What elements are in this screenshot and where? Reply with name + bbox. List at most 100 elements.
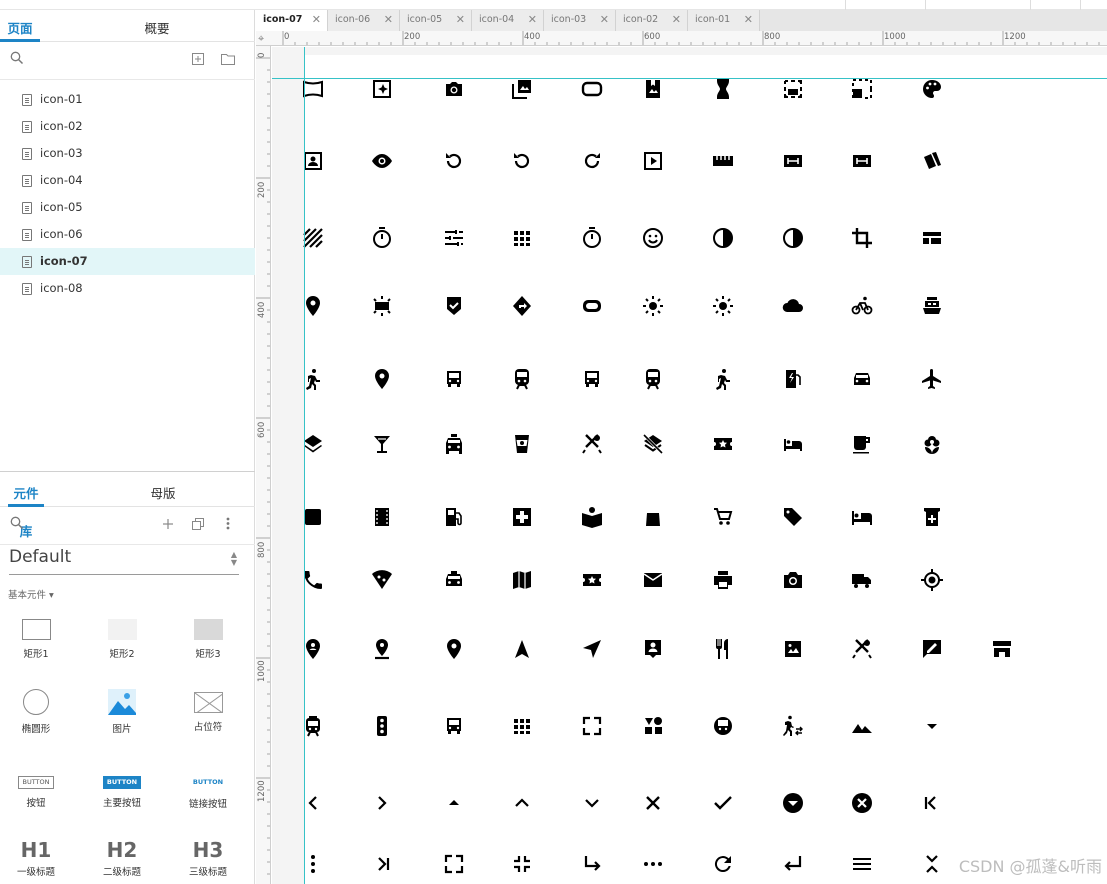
- rotate-right-icon[interactable]: [577, 146, 607, 176]
- close-icon[interactable]: ✕: [312, 10, 321, 30]
- add-location-icon[interactable]: [298, 291, 328, 321]
- expand-less-icon[interactable]: [507, 788, 537, 818]
- directions-transit-icon[interactable]: [439, 711, 469, 741]
- arrow-drop-down-circle-icon[interactable]: [778, 788, 808, 818]
- grocery-cart-icon[interactable]: [708, 502, 738, 532]
- doc-tab[interactable]: icon-06 ✕: [328, 10, 400, 31]
- design-canvas[interactable]: CSDN @孤蓬&听雨: [272, 47, 1107, 884]
- tune-icon[interactable]: [439, 223, 469, 253]
- crop-icon[interactable]: [847, 223, 877, 253]
- library-copy-icon[interactable]: [192, 518, 205, 534]
- doc-tab[interactable]: icon-01 ✕: [688, 10, 760, 31]
- tab-outline[interactable]: 概要: [137, 10, 177, 42]
- switch-camera-icon[interactable]: [778, 146, 808, 176]
- person-pin-icon[interactable]: [638, 634, 668, 664]
- close-icon[interactable]: [638, 788, 668, 818]
- person-pin-circle-icon[interactable]: [298, 634, 328, 664]
- train-icon[interactable]: [638, 364, 668, 394]
- texture-icon[interactable]: [298, 223, 328, 253]
- close-icon[interactable]: ✕: [456, 10, 465, 30]
- guide-line-vertical[interactable]: [304, 47, 305, 884]
- widget-placeholder[interactable]: 占位符: [173, 692, 243, 733]
- tab-library[interactable]: 元件库: [8, 475, 44, 539]
- timer-off-icon[interactable]: [577, 223, 607, 253]
- view-comfy-icon[interactable]: [507, 223, 537, 253]
- refresh-icon[interactable]: [708, 849, 738, 879]
- arrow-drop-up-icon[interactable]: [439, 788, 469, 818]
- ticket-icon[interactable]: [577, 565, 607, 595]
- near-me-icon[interactable]: [577, 634, 607, 664]
- gas-station-icon[interactable]: [439, 502, 469, 532]
- add-page-icon[interactable]: [192, 53, 204, 69]
- subdirectory-arrow-left-icon[interactable]: [778, 849, 808, 879]
- doc-tab[interactable]: icon-03 ✕: [544, 10, 616, 31]
- taxi-icon[interactable]: [439, 429, 469, 459]
- subdirectory-arrow-right-icon[interactable]: [577, 849, 607, 879]
- subway-icon[interactable]: [577, 364, 607, 394]
- shipping-icon[interactable]: [847, 565, 877, 595]
- edit-location-icon[interactable]: [367, 364, 397, 394]
- close-icon[interactable]: ✕: [672, 10, 681, 30]
- straighten-icon[interactable]: [708, 146, 738, 176]
- style-icon[interactable]: [917, 146, 947, 176]
- pizza-icon[interactable]: [367, 565, 397, 595]
- tag-faces-icon[interactable]: [638, 223, 668, 253]
- crosshair-icon[interactable]: ⌖: [258, 32, 264, 45]
- traffic-icon[interactable]: [367, 711, 397, 741]
- timer-icon[interactable]: [367, 223, 397, 253]
- hospital-icon[interactable]: [507, 502, 537, 532]
- doc-tab[interactable]: icon-07 ✕: [256, 10, 328, 31]
- wb-sunny-icon[interactable]: [708, 291, 738, 321]
- airplane-icon[interactable]: [917, 364, 947, 394]
- bike-icon[interactable]: [847, 291, 877, 321]
- fullscreen-exit-icon[interactable]: [507, 849, 537, 879]
- bus-icon[interactable]: [439, 364, 469, 394]
- laundry-icon[interactable]: [298, 502, 328, 532]
- category-icon[interactable]: [638, 711, 668, 741]
- landscape-icon[interactable]: [847, 711, 877, 741]
- beenhere-icon[interactable]: [439, 291, 469, 321]
- cloud-icon[interactable]: [778, 291, 808, 321]
- expand-more-icon[interactable]: [577, 788, 607, 818]
- add-folder-icon[interactable]: [221, 53, 235, 69]
- page-item[interactable]: icon-01: [0, 86, 255, 113]
- widget-heading-2[interactable]: H2 二级标题: [87, 838, 157, 878]
- close-icon[interactable]: ✕: [528, 10, 537, 30]
- my-location-icon[interactable]: [917, 565, 947, 595]
- drink-icon[interactable]: [507, 429, 537, 459]
- wb-iridescent-icon[interactable]: [367, 291, 397, 321]
- library-icon[interactable]: [577, 502, 607, 532]
- terrain-icon[interactable]: [778, 634, 808, 664]
- rotate-left-icon[interactable]: [507, 146, 537, 176]
- cab-icon[interactable]: [439, 565, 469, 595]
- dining-icon[interactable]: [577, 429, 607, 459]
- transfer-icon[interactable]: [778, 711, 808, 741]
- widget-rectangle-3[interactable]: 矩形3: [173, 619, 243, 660]
- camera-alt-icon[interactable]: [778, 565, 808, 595]
- offer-icon[interactable]: [778, 502, 808, 532]
- boat-icon[interactable]: [917, 291, 947, 321]
- search-icon[interactable]: [10, 516, 24, 534]
- doc-tab[interactable]: icon-04 ✕: [472, 10, 544, 31]
- printshop-icon[interactable]: [708, 565, 738, 595]
- tab-pages[interactable]: 页面: [0, 10, 40, 42]
- restaurant-icon[interactable]: [708, 634, 738, 664]
- close-icon[interactable]: ✕: [600, 10, 609, 30]
- directions-icon[interactable]: [507, 291, 537, 321]
- crop-16-9-icon[interactable]: [577, 291, 607, 321]
- store-icon[interactable]: [987, 634, 1017, 664]
- portrait-icon[interactable]: [298, 146, 328, 176]
- zoom-out-map-icon[interactable]: [577, 711, 607, 741]
- navigation-icon[interactable]: [507, 634, 537, 664]
- widget-image[interactable]: 图片: [87, 689, 157, 735]
- hotel-bed-icon[interactable]: [847, 502, 877, 532]
- doc-tab[interactable]: icon-05 ✕: [400, 10, 472, 31]
- map-icon[interactable]: [507, 565, 537, 595]
- cancel-icon[interactable]: [847, 788, 877, 818]
- subway-alt-icon[interactable]: [708, 711, 738, 741]
- more-horiz-icon[interactable]: [638, 849, 668, 879]
- run-icon[interactable]: [708, 364, 738, 394]
- page-item[interactable]: icon-05: [0, 194, 255, 221]
- cafe-icon[interactable]: [847, 429, 877, 459]
- page-item[interactable]: icon-03: [0, 140, 255, 167]
